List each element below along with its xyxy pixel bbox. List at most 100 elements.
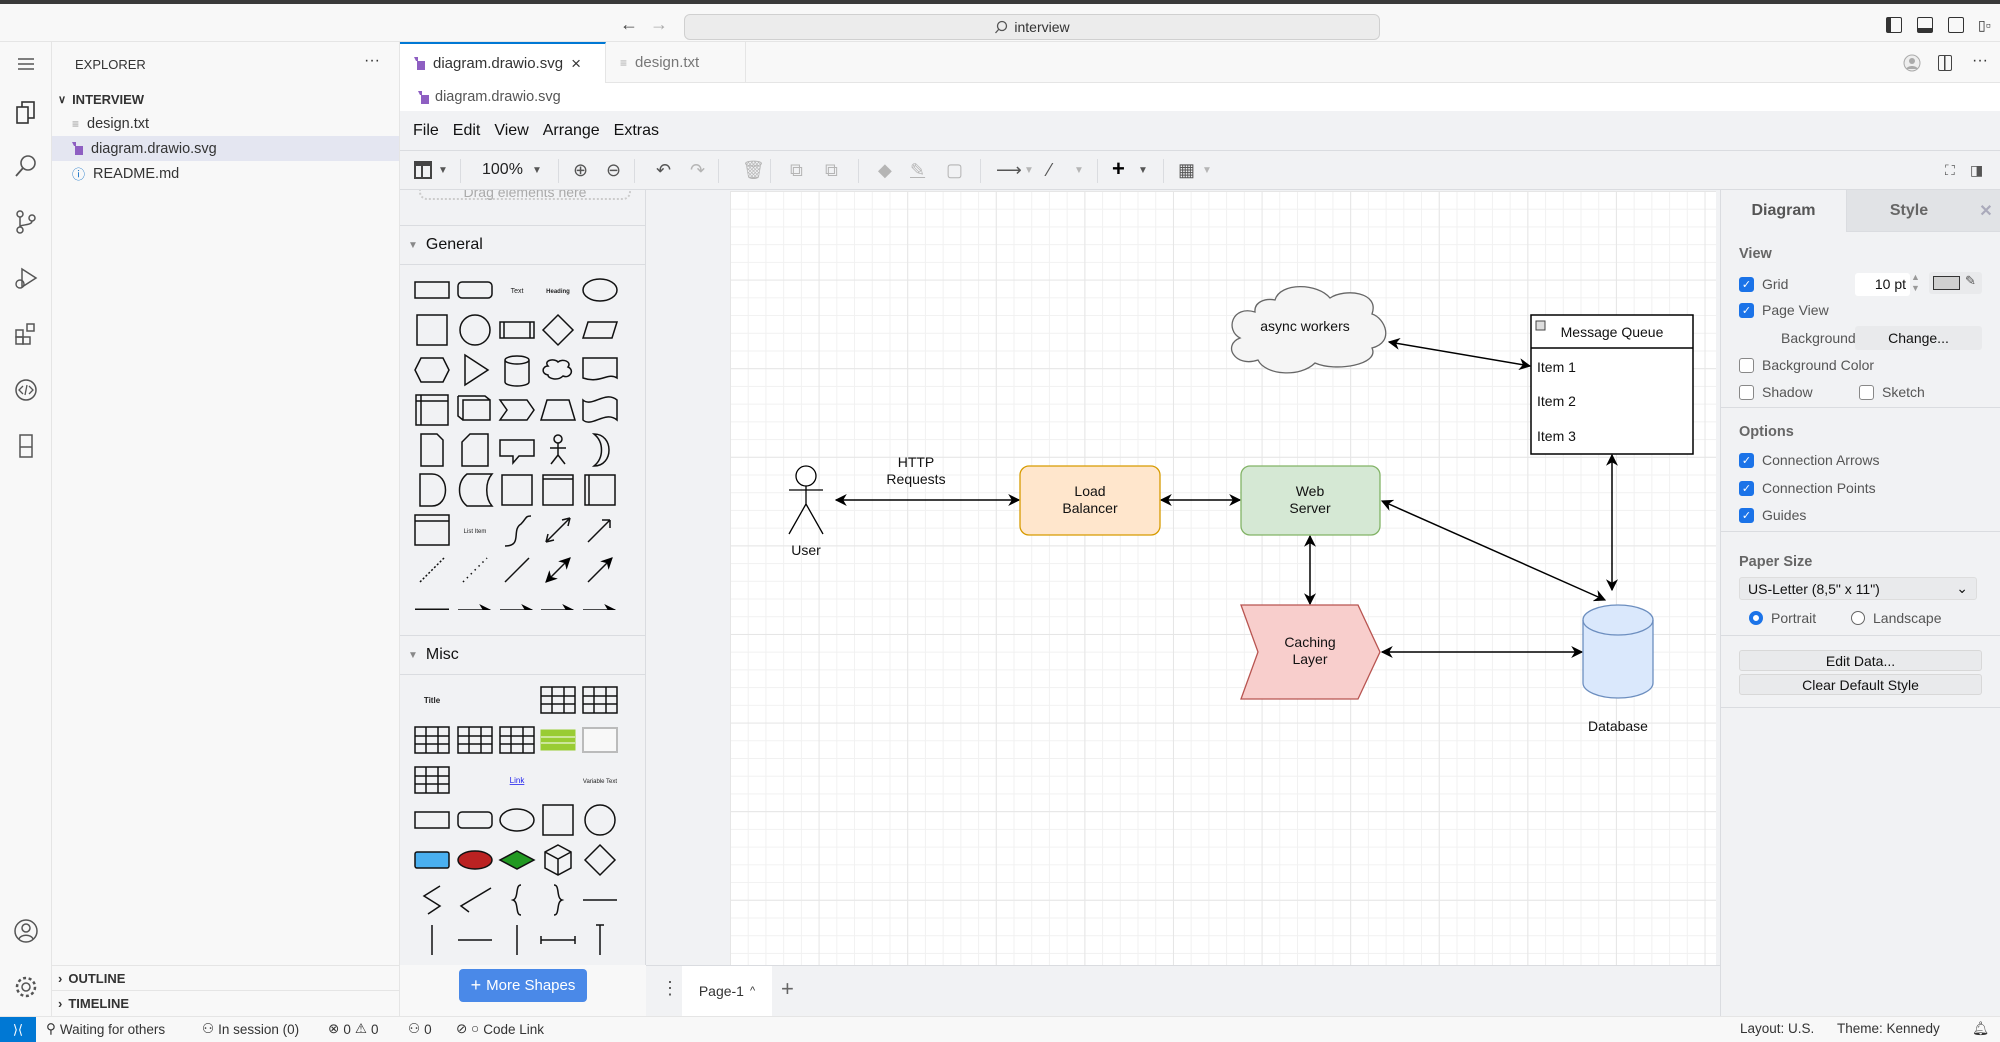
fullscreen-icon[interactable]: ⛶ [1945, 162, 1955, 179]
source-control-icon[interactable] [12, 208, 40, 236]
palette-shape-vdim[interactable] [596, 924, 604, 955]
zoom-level[interactable]: 100% [482, 161, 523, 179]
landscape-radio[interactable] [1851, 611, 1865, 625]
palette-shape-graytable[interactable] [582, 727, 618, 753]
palette-shape-round[interactable] [457, 811, 493, 829]
palette-text-title[interactable]: Title [424, 696, 441, 705]
palette-shape-half[interactable] [419, 473, 447, 507]
palette-shape-callout[interactable] [499, 439, 535, 466]
connection-arrow-icon[interactable]: ⟶ [996, 160, 1022, 181]
panel-view-icon[interactable] [12, 432, 40, 460]
command-center-search[interactable]: interview [684, 14, 1380, 40]
close-icon[interactable]: × [571, 54, 581, 74]
palette-shape-card[interactable] [461, 433, 489, 467]
connection-points-row[interactable]: ✓ Connection Points [1739, 480, 1876, 496]
palette-shape-rect[interactable] [414, 281, 450, 299]
palette-shape-lbrace[interactable] [510, 884, 522, 916]
waypoints-icon[interactable]: ⁄ [1048, 160, 1051, 181]
palette-shape-table[interactable] [582, 686, 618, 714]
background-color-row[interactable]: Background Color [1739, 357, 1874, 373]
palette-shape-ellipse[interactable] [499, 808, 535, 832]
queue-item[interactable]: Item 2 [1537, 393, 1576, 409]
palette-shape-frame[interactable] [542, 474, 574, 506]
palette-text-variable-text[interactable]: Variable Text [583, 779, 617, 785]
table-icon[interactable]: ▦ [1178, 160, 1195, 181]
palette-shape-ellipse[interactable] [582, 278, 618, 302]
back-button[interactable]: ← [620, 14, 638, 35]
section-misc[interactable]: ▼ Misc [400, 635, 645, 675]
page-tab-page-1[interactable]: Page-1 ^ [682, 966, 772, 1016]
palette-shape-red[interactable] [457, 850, 493, 870]
edit-data-button[interactable]: Edit Data... [1739, 650, 1982, 671]
palette-text-heading[interactable]: Heading [546, 289, 570, 295]
palette-shape-box3d[interactable] [544, 844, 572, 876]
palette-shape-cube[interactable] [457, 395, 491, 421]
insert-plus-icon[interactable]: + [1112, 156, 1125, 182]
palette-shape-table[interactable] [414, 726, 450, 754]
zoom-out-icon[interactable]: ⊖ [606, 160, 621, 181]
remote-explorer-icon[interactable] [12, 376, 40, 404]
to-front-icon[interactable]: ⧉ [790, 160, 803, 181]
undo-icon[interactable]: ↶ [656, 160, 671, 181]
extensions-icon[interactable] [12, 320, 40, 348]
connection-arrows-checkbox[interactable]: ✓ [1739, 452, 1754, 468]
fill-color-icon[interactable]: ◆ [878, 160, 892, 181]
connection-arrows-row[interactable]: ✓ Connection Arrows [1739, 452, 1880, 468]
palette-shape-note[interactable] [420, 433, 444, 467]
palette-shape-lane[interactable] [584, 474, 616, 506]
palette-shape-table[interactable] [540, 686, 576, 714]
palette-shape-square[interactable] [416, 314, 448, 346]
palette-shape-arrow[interactable] [587, 557, 613, 583]
chevron-down-icon[interactable]: ▼ [1202, 165, 1212, 176]
palette-shape-table[interactable] [414, 766, 450, 794]
folder-interview[interactable]: ∨ INTERVIEW [52, 88, 399, 110]
palette-shape-list[interactable] [414, 514, 450, 546]
paper-size-select[interactable]: US-Letter (8,5" x 11") ⌄ [1739, 577, 1977, 600]
live-share-avatar-icon[interactable] [1903, 54, 1921, 72]
background-color-checkbox[interactable] [1739, 357, 1754, 373]
session-status[interactable]: ⚇ In session (0) [202, 1021, 299, 1037]
palette-shape-green[interactable] [498, 850, 536, 870]
palette-shape-diamond[interactable] [541, 313, 575, 347]
menu-file[interactable]: File [413, 122, 439, 140]
grid-size-stepper[interactable]: ▲ ▼ [1911, 272, 1920, 294]
pages-menu-icon[interactable]: ⋮ [661, 978, 679, 999]
load-balancer-node[interactable]: Load Balancer [1019, 465, 1161, 536]
tab-design-txt[interactable]: ≡ design.txt [606, 42, 746, 83]
more-shapes-button[interactable]: + More Shapes [459, 969, 587, 1002]
palette-shape-square[interactable] [542, 804, 574, 836]
theme-status[interactable]: Theme: Kennedy [1837, 1021, 1940, 1036]
palette-shape-zig[interactable] [422, 885, 442, 915]
palette-shape-step[interactable] [498, 399, 535, 421]
menu-view[interactable]: View [494, 122, 528, 140]
palette-shape-square[interactable] [501, 474, 533, 506]
menu-edit[interactable]: Edit [453, 122, 481, 140]
palette-shape-darrow[interactable] [545, 517, 571, 543]
breadcrumb-file[interactable]: diagram.drawio.svg [435, 89, 561, 105]
palette-shape-rbrace[interactable] [553, 884, 565, 916]
forward-button[interactable]: → [650, 14, 668, 35]
page-view-row[interactable]: ✓ Page View [1739, 302, 1829, 318]
queue-item[interactable]: Item 3 [1537, 428, 1576, 444]
explorer-files-icon[interactable] [12, 98, 40, 126]
shadow-icon[interactable]: ▢ [946, 160, 963, 181]
diagram-page[interactable] [730, 191, 1716, 973]
grid-color-button[interactable]: ✎ [1929, 272, 1982, 294]
sketch-row[interactable]: Sketch [1859, 384, 1925, 400]
caching-layer-node[interactable]: Caching Layer [1240, 604, 1381, 700]
palette-shape-doc[interactable] [582, 357, 618, 381]
palette-shape-circle[interactable] [584, 804, 616, 836]
http-label-line2[interactable]: Requests [886, 471, 945, 487]
guides-row[interactable]: ✓ Guides [1739, 507, 1806, 523]
problems-status[interactable]: ⊗ 0 ⚠ 0 [328, 1021, 378, 1037]
ports-status[interactable]: ⚇ 0 [408, 1021, 432, 1037]
palette-shape-greentable[interactable] [540, 729, 576, 751]
run-debug-icon[interactable] [12, 264, 40, 292]
chevron-down-icon[interactable]: ▼ [1138, 165, 1148, 176]
http-label-line1[interactable]: HTTP [898, 454, 935, 470]
palette-shape-process[interactable] [499, 321, 535, 339]
palette-shape-tape[interactable] [582, 396, 618, 423]
menu-icon[interactable] [12, 50, 40, 78]
zoom-in-icon[interactable]: ⊕ [573, 160, 588, 181]
palette-shape-biline[interactable] [545, 557, 571, 583]
